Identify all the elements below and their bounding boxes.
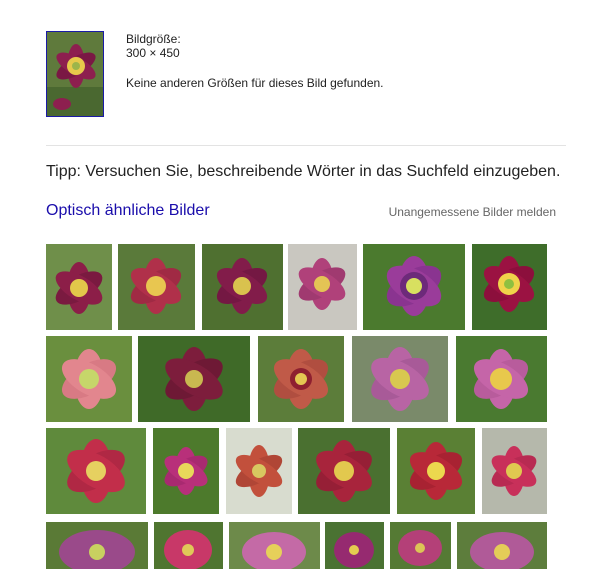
daylily-image xyxy=(457,522,547,569)
similar-image-tile[interactable] xyxy=(325,522,384,569)
similar-image-tile[interactable] xyxy=(226,428,292,514)
daylily-image xyxy=(456,336,547,422)
daylily-image xyxy=(226,428,292,514)
daylily-image xyxy=(288,244,357,330)
daylily-image xyxy=(46,244,112,330)
daylily-image xyxy=(363,244,465,330)
similar-image-tile[interactable] xyxy=(138,336,250,422)
similar-image-tile[interactable] xyxy=(288,244,357,330)
similar-image-tile[interactable] xyxy=(482,428,547,514)
report-images-link[interactable]: Unangemessene Bilder melden xyxy=(389,205,556,219)
similar-image-tile[interactable] xyxy=(46,336,132,422)
similar-image-tile[interactable] xyxy=(456,336,547,422)
similar-image-tile[interactable] xyxy=(154,522,223,569)
similar-image-tile[interactable] xyxy=(472,244,547,330)
daylily-image xyxy=(46,428,146,514)
daylily-image xyxy=(154,522,223,569)
daylily-image xyxy=(390,522,451,569)
daylily-image xyxy=(482,428,547,514)
divider xyxy=(46,145,566,146)
similar-image-tile[interactable] xyxy=(202,244,283,330)
daylily-image xyxy=(258,336,344,422)
similar-images-link[interactable]: Optisch ähnliche Bilder xyxy=(46,202,210,220)
similar-image-tile[interactable] xyxy=(118,244,195,330)
similar-image-tile[interactable] xyxy=(229,522,320,569)
daylily-image xyxy=(46,522,148,569)
search-tip: Tipp: Versuchen Sie, beschreibende Wörte… xyxy=(46,163,561,180)
daylily-image xyxy=(229,522,320,569)
daylily-image xyxy=(46,336,132,422)
daylily-image xyxy=(202,244,283,330)
similar-image-tile[interactable] xyxy=(46,428,146,514)
daylily-image xyxy=(47,32,103,116)
similar-image-tile[interactable] xyxy=(153,428,219,514)
query-image-thumbnail[interactable] xyxy=(46,31,104,117)
daylily-image xyxy=(118,244,195,330)
image-size-value: 300 × 450 xyxy=(126,46,180,60)
image-size-label: Bildgröße: xyxy=(126,32,181,46)
daylily-image xyxy=(298,428,390,514)
similar-image-tile[interactable] xyxy=(46,522,148,569)
daylily-image xyxy=(472,244,547,330)
image-size-info: Bildgröße: 300 × 450 Keine anderen Größe… xyxy=(126,32,384,90)
similar-image-tile[interactable] xyxy=(457,522,547,569)
similar-image-tile[interactable] xyxy=(397,428,475,514)
similar-image-tile[interactable] xyxy=(363,244,465,330)
similar-image-tile[interactable] xyxy=(390,522,451,569)
daylily-image xyxy=(325,522,384,569)
daylily-image xyxy=(352,336,448,422)
similar-image-tile[interactable] xyxy=(258,336,344,422)
similar-image-tile[interactable] xyxy=(298,428,390,514)
daylily-image xyxy=(138,336,250,422)
similar-image-tile[interactable] xyxy=(352,336,448,422)
daylily-image xyxy=(153,428,219,514)
daylily-image xyxy=(397,428,475,514)
no-other-sizes-text: Keine anderen Größen für dieses Bild gef… xyxy=(126,76,384,90)
similar-image-tile[interactable] xyxy=(46,244,112,330)
